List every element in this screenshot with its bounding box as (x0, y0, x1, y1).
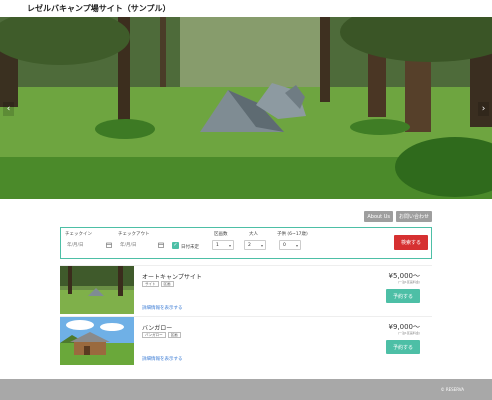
children-value: 0 (283, 242, 286, 248)
site-thumbnail[interactable] (60, 266, 134, 314)
site-name: オートキャンプサイト (142, 274, 202, 281)
checkin-label: チェックイン (65, 232, 92, 237)
bungalow-photo (60, 317, 134, 365)
sites-value: 1 (216, 242, 219, 248)
site-tag: サイト (142, 281, 159, 287)
adults-value: 2 (248, 242, 251, 248)
adults-select[interactable]: 2 ▾ (244, 240, 266, 250)
copyright-text: © RESERVA (440, 387, 464, 392)
detail-link[interactable]: 詳細情報を表示する (142, 305, 183, 311)
site-tag: バンガロー (142, 332, 166, 338)
chevron-down-icon: ▾ (295, 243, 298, 248)
reserve-button[interactable]: 予約する (386, 340, 420, 354)
search-form: チェックイン 年/月/日 チェックアウト 年/月/日 ✓ 日付未定 区画数 1 … (60, 227, 432, 259)
search-button[interactable]: 検索する (394, 235, 428, 250)
adults-label: 大人 (249, 232, 258, 237)
date-undecided-label: 日付未定 (181, 245, 199, 250)
site-tag: 区画 (167, 332, 181, 338)
calendar-icon[interactable] (158, 242, 164, 248)
date-undecided-checkbox[interactable]: ✓ (172, 242, 179, 249)
price-note: (一泊1区画料金) (397, 331, 420, 335)
site-tags: サイト 区画 (142, 281, 174, 287)
chevron-down-icon: ▾ (228, 243, 231, 248)
contact-button[interactable]: お問い合わせ (395, 211, 432, 222)
about-us-button[interactable]: About Us (364, 211, 393, 222)
top-nav: About Us お問い合わせ (364, 211, 432, 222)
price-note: (一泊1区画料金) (397, 280, 420, 284)
carousel-next-button[interactable]: › (478, 102, 489, 116)
site-tag: 区画 (160, 281, 174, 287)
chevron-left-icon: ‹ (6, 104, 11, 114)
site-card-auto-camp: オートキャンプサイト サイト 区画 詳細情報を表示する ¥5,000〜 (一泊1… (60, 265, 432, 314)
hero-image (0, 17, 492, 199)
site-header: レゼルバキャンプ場サイト（サンプル） (0, 0, 492, 17)
calendar-icon[interactable] (106, 242, 112, 248)
auto-camp-photo (60, 266, 134, 314)
site-thumbnail[interactable] (60, 317, 134, 365)
children-label: 子供 (6~17歳) (277, 232, 308, 237)
detail-link[interactable]: 詳細情報を表示する (142, 356, 183, 362)
carousel-prev-button[interactable]: ‹ (3, 102, 14, 116)
sites-select[interactable]: 1 ▾ (212, 240, 234, 250)
reserve-button[interactable]: 予約する (386, 289, 420, 303)
site-tags: バンガロー 区画 (142, 332, 181, 338)
checkout-label: チェックアウト (118, 232, 150, 237)
site-title[interactable]: レゼルバキャンプ場サイト（サンプル） (27, 3, 171, 14)
children-select[interactable]: 0 ▾ (279, 240, 301, 250)
site-card-bungalow: バンガロー バンガロー 区画 詳細情報を表示する ¥9,000〜 (一泊1区画料… (60, 316, 432, 365)
chevron-down-icon: ▾ (260, 243, 263, 248)
site-name: バンガロー (142, 325, 173, 332)
site-footer: © RESERVA (0, 379, 492, 400)
chevron-right-icon: › (481, 104, 486, 114)
hero-carousel[interactable]: ‹ › (0, 17, 492, 199)
sites-label: 区画数 (214, 232, 228, 237)
